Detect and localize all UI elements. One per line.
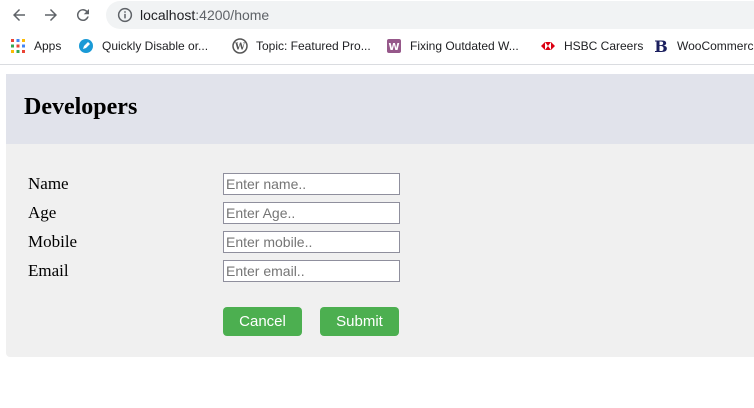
back-button[interactable] [7,3,31,27]
svg-text:W: W [388,42,399,53]
bookmark-label: WooCommerce [677,39,754,53]
mobile-label: Mobile [28,232,78,251]
bookmark-topic-featured[interactable]: W Topic: Featured Pro... [232,36,371,56]
back-arrow-icon [13,9,25,21]
bookmarks-bar: Apps Quickly Disable or... W Topic: Feat… [0,32,754,60]
submit-button[interactable]: Submit [320,307,399,336]
bookmark-fixing-outdated[interactable]: W Fixing Outdated W... [386,36,519,56]
age-label: Age [28,203,57,222]
browser-toolbar: localhost:4200/home [0,0,754,30]
email-input[interactable] [223,260,400,282]
age-input[interactable] [223,202,400,224]
blue-pen-icon [78,38,94,54]
forward-button[interactable] [39,3,63,27]
bookmark-label: HSBC Careers [564,39,644,53]
email-label: Email [28,261,69,280]
url-text: localhost:4200/home [140,7,269,23]
svg-text:W: W [234,43,246,53]
apps-grid-icon [10,38,26,54]
wordpress-icon: W [232,38,248,54]
info-icon[interactable] [116,6,134,24]
bookmark-quickly-disable[interactable]: Quickly Disable or... [78,36,208,56]
bookmark-woocommerce[interactable]: B WooCommerce [653,36,754,56]
reload-button[interactable] [71,3,95,27]
bookmark-label: Topic: Featured Pro... [256,39,371,53]
svg-text:B: B [654,38,668,54]
url-path: :4200/home [195,7,270,23]
page-title: Developers [24,94,138,120]
developer-form: Name Age Mobile Email Cancel Submit [6,144,754,357]
name-input[interactable] [223,173,400,195]
hsbc-icon [540,38,556,54]
bookmark-label: Quickly Disable or... [102,39,209,53]
bookmark-label: Apps [34,39,62,53]
url-host: localhost [140,7,196,23]
mobile-input[interactable] [223,231,400,253]
name-label: Name [28,174,69,193]
reload-icon [76,9,89,22]
forward-arrow-icon [45,9,57,21]
page-header: Developers [6,74,754,144]
cancel-button[interactable]: Cancel [223,307,302,336]
bookmark-label: Fixing Outdated W... [410,39,519,53]
bookmark-hsbc-careers[interactable]: HSBC Careers [540,36,643,56]
bookmark-apps[interactable]: Apps [10,36,61,56]
b-logo-icon: B [653,38,669,54]
address-bar[interactable]: localhost:4200/home [106,1,754,29]
chrome-divider [0,64,754,65]
woocommerce-icon: W [386,38,402,54]
